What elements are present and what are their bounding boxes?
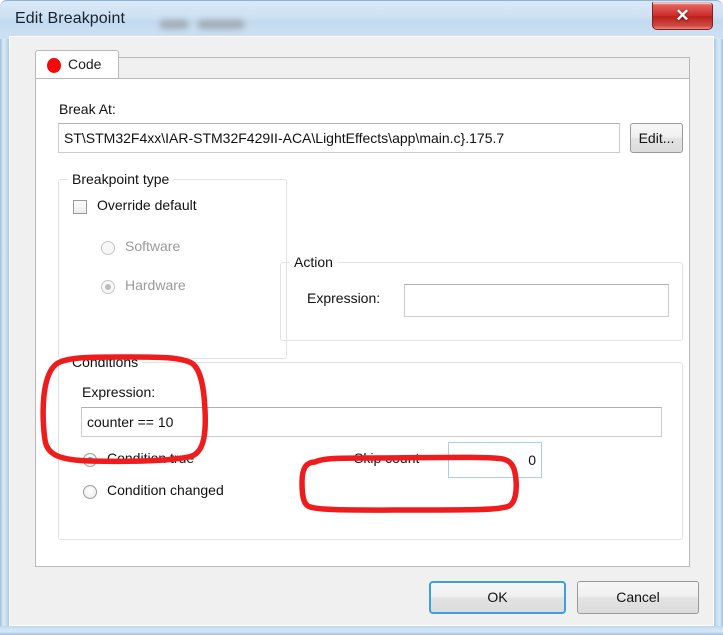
tab-panel-code: Break At: ST\STM32F4xx\IAR-STM32F429II-A… bbox=[35, 78, 690, 567]
radio-hardware-dot bbox=[105, 284, 111, 290]
action-title: Action bbox=[290, 254, 337, 270]
radio-condition-changed[interactable] bbox=[83, 485, 97, 499]
breakpoint-type-group: Breakpoint type Override default Softwar… bbox=[58, 171, 287, 359]
radio-condition-changed-label: Condition changed bbox=[107, 482, 224, 498]
window-frame-left bbox=[0, 36, 9, 635]
dialog-window: Edit Breakpoint ✕ Code Break At: ST\STM3… bbox=[0, 0, 723, 635]
conditions-expression-label: Expression: bbox=[82, 384, 156, 400]
override-default-checkbox[interactable] bbox=[73, 200, 87, 214]
conditions-title: Conditions bbox=[68, 354, 143, 370]
action-group: Action Expression: bbox=[280, 254, 683, 341]
conditions-group: Conditions Expression: counter == 10 Con… bbox=[58, 354, 683, 540]
tab-strip-filler bbox=[119, 57, 690, 79]
redacted-title-suffix bbox=[160, 19, 246, 30]
break-at-input[interactable]: ST\STM32F4xx\IAR-STM32F429II-ACA\LightEf… bbox=[58, 123, 620, 153]
radio-condition-true-label: Condition true bbox=[107, 450, 195, 466]
break-at-label: Break At: bbox=[59, 101, 116, 117]
radio-condition-true-dot bbox=[87, 457, 93, 463]
conditions-expression-input[interactable]: counter == 10 bbox=[81, 407, 662, 437]
window-frame-bottom bbox=[0, 626, 723, 635]
tab-code-label: Code bbox=[68, 56, 102, 72]
close-button[interactable]: ✕ bbox=[652, 2, 713, 30]
tab-strip: Code bbox=[35, 50, 690, 79]
action-expression-label: Expression: bbox=[307, 290, 381, 306]
title-bar: Edit Breakpoint ✕ bbox=[0, 0, 723, 39]
ok-button[interactable]: OK bbox=[429, 581, 566, 614]
radio-condition-true[interactable] bbox=[83, 453, 97, 467]
window-title: Edit Breakpoint bbox=[15, 10, 126, 27]
action-expression-input[interactable] bbox=[404, 284, 669, 317]
radio-hardware[interactable] bbox=[101, 280, 115, 294]
window-frame-right bbox=[714, 36, 723, 635]
radio-software[interactable] bbox=[101, 241, 115, 255]
cancel-button[interactable]: Cancel bbox=[577, 581, 699, 614]
skip-count-label: Skip count bbox=[354, 450, 420, 466]
dialog-client-area: Code Break At: ST\STM32F4xx\IAR-STM32F42… bbox=[9, 36, 714, 626]
tab-code[interactable]: Code bbox=[35, 50, 119, 79]
breakpoint-type-title: Breakpoint type bbox=[68, 171, 174, 187]
radio-software-label: Software bbox=[125, 238, 181, 254]
override-default-label: Override default bbox=[97, 197, 197, 213]
breakpoint-dot-icon bbox=[47, 58, 61, 73]
break-at-edit-button[interactable]: Edit... bbox=[630, 123, 683, 153]
close-icon: ✕ bbox=[675, 6, 690, 25]
radio-hardware-label: Hardware bbox=[125, 277, 186, 293]
skip-count-input[interactable]: 0 bbox=[448, 442, 542, 478]
